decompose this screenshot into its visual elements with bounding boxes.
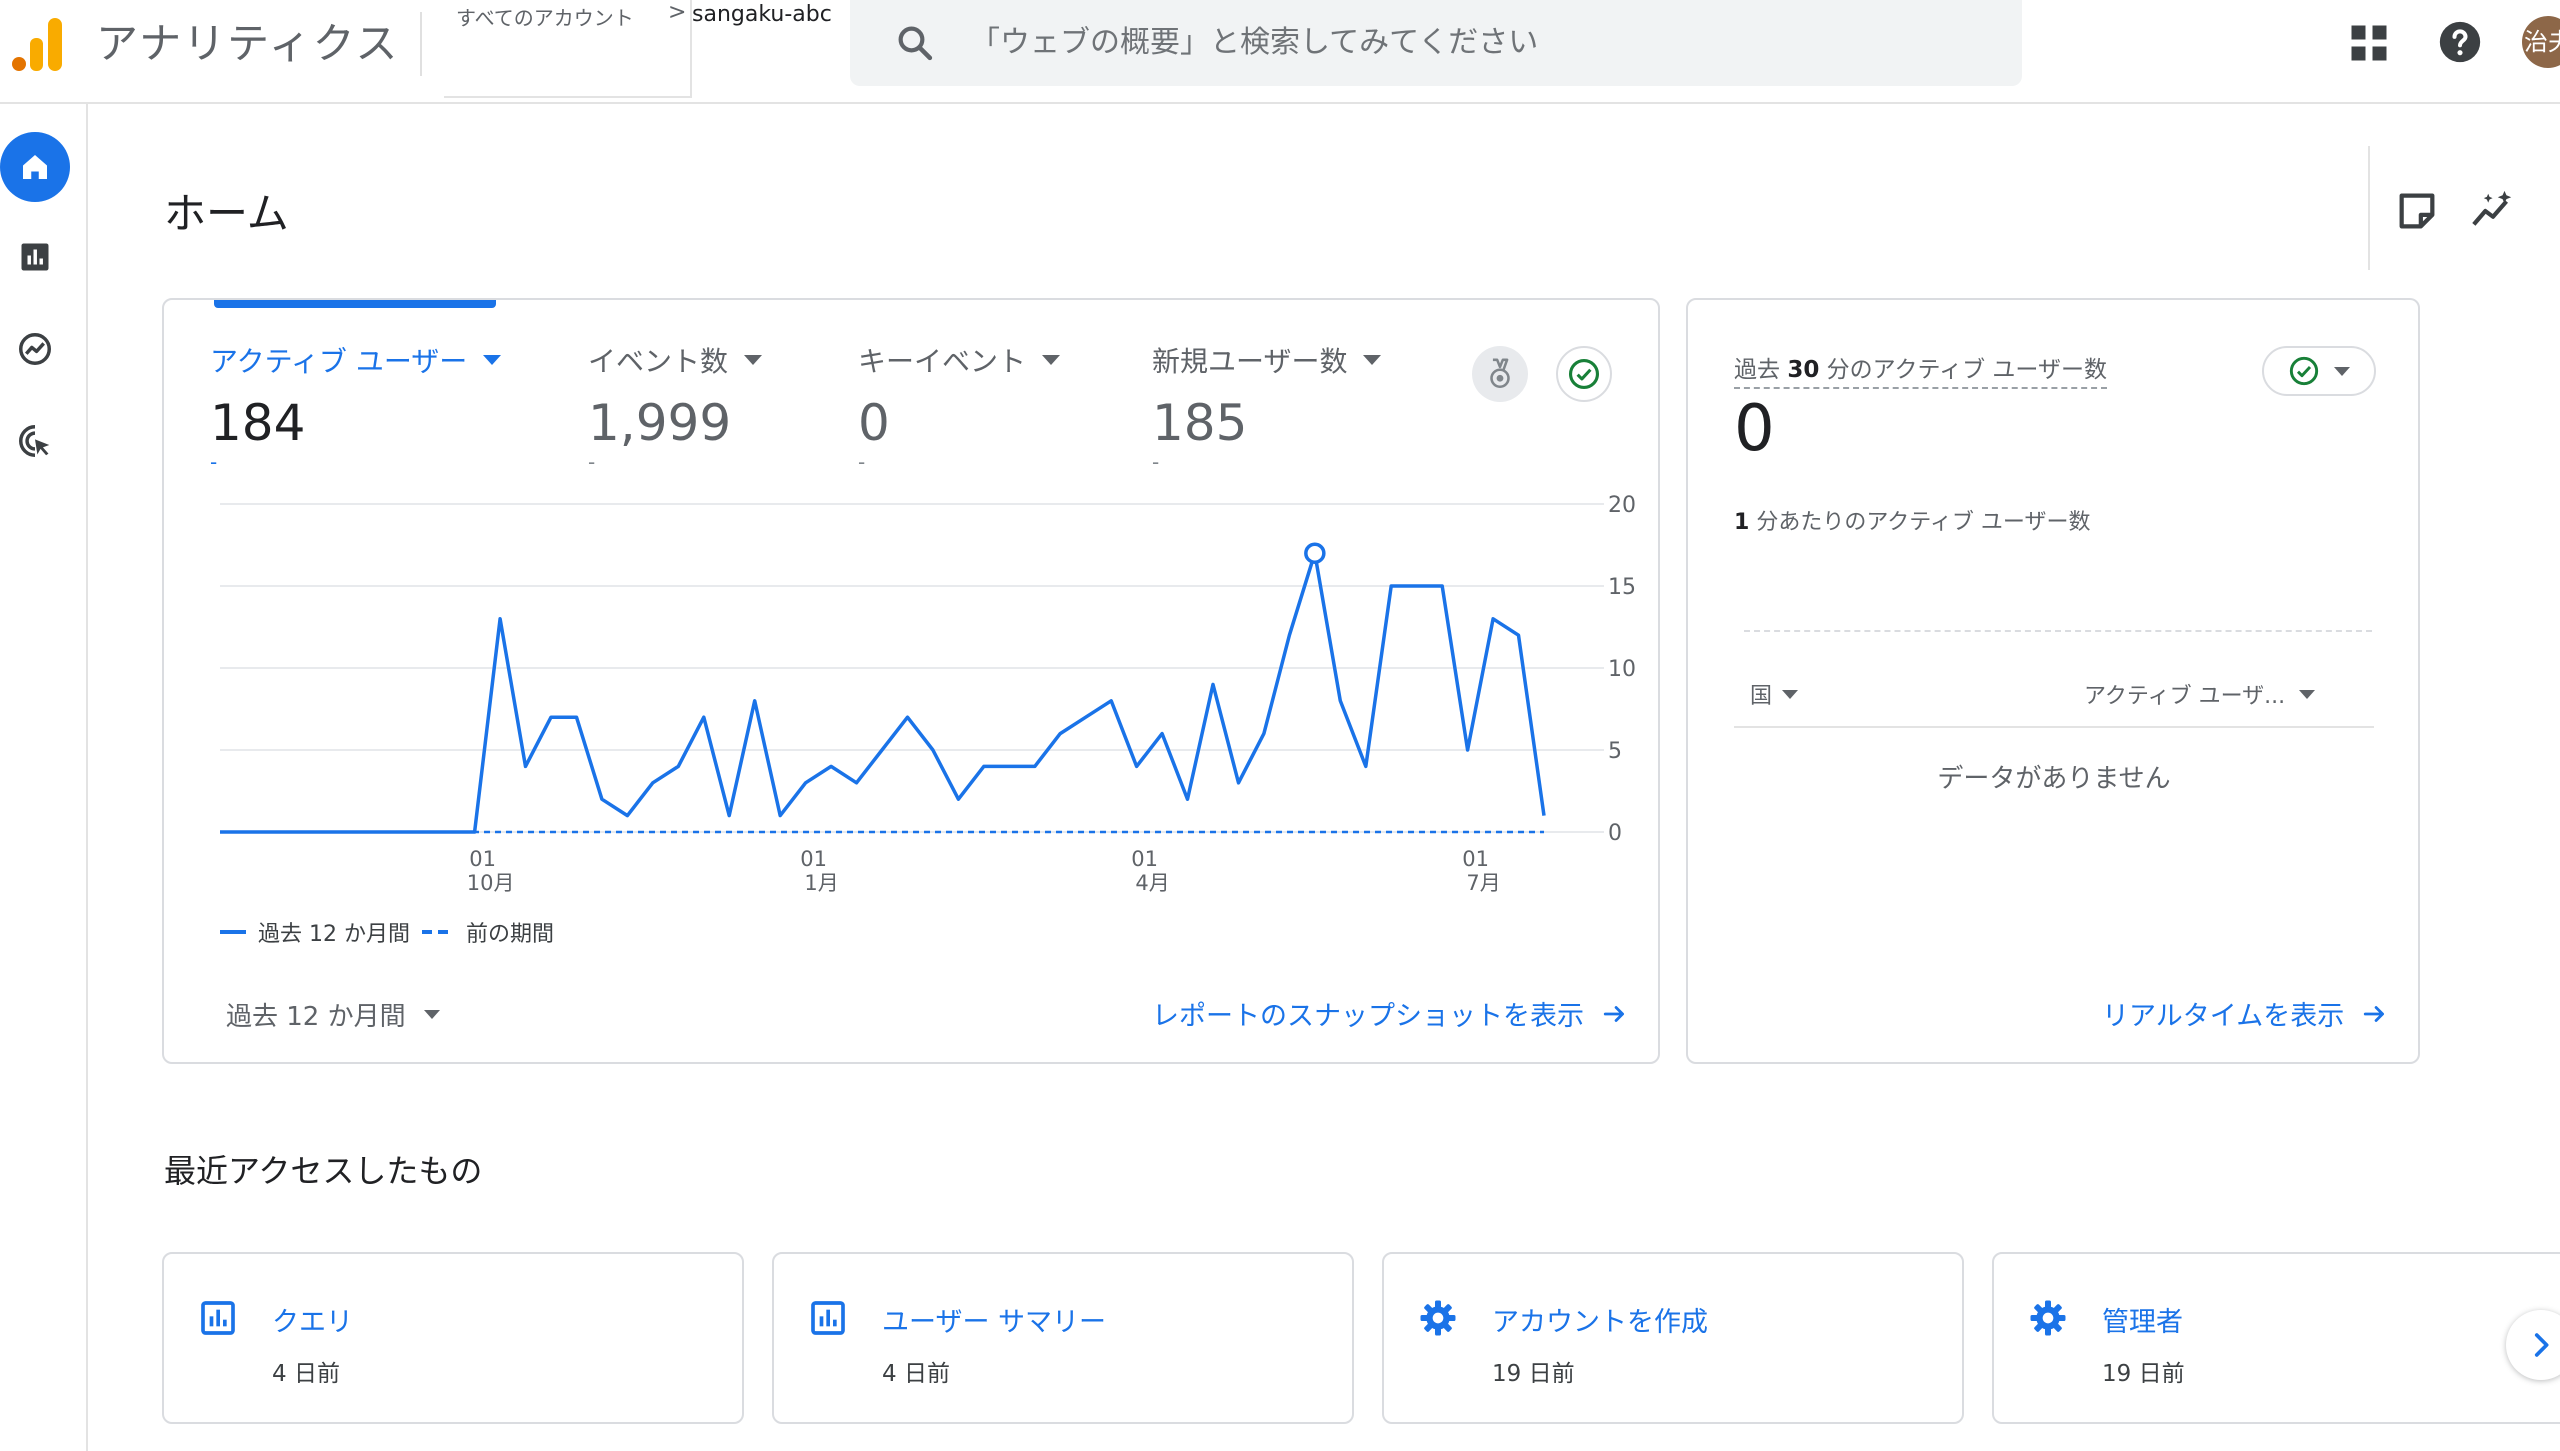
home-icon	[23, 155, 47, 179]
recent-section-title: 最近アクセスしたもの	[164, 1152, 483, 1190]
recent-item-name: クエリ	[272, 1307, 353, 1338]
page-title: ホーム	[164, 189, 289, 238]
y-tick-label: 0	[1608, 821, 1622, 846]
edit-note-icon[interactable]	[2394, 188, 2440, 234]
left-nav-rail	[0, 104, 88, 1451]
series-current-period-line	[220, 551, 1546, 834]
chart-legend: 過去 12 か月間 前の期間	[220, 916, 554, 948]
recent-item-time: 19 日前	[2102, 1361, 2185, 1387]
legend-previous-period: 前の期間	[465, 922, 554, 947]
column-header-country[interactable]: 国	[1750, 678, 1799, 710]
date-range-label: 過去 12 か月間	[226, 1002, 406, 1032]
help-icon[interactable]	[2438, 20, 2482, 64]
view-realtime-link[interactable]: リアルタイムを表示	[2102, 994, 2388, 1033]
nav-home-button[interactable]	[0, 132, 70, 202]
recent-item-time: 4 日前	[882, 1361, 950, 1387]
report-icon	[201, 1301, 235, 1335]
settings-icon	[1420, 1300, 1456, 1336]
arrow-right-icon	[2364, 1005, 2385, 1022]
x-tick-month: 10月	[467, 871, 515, 895]
recent-item[interactable]: クエリ 4 日前	[162, 1252, 744, 1424]
recent-item[interactable]: 管理者 19 日前	[1992, 1252, 2560, 1424]
dropdown-caret-icon	[423, 1010, 440, 1019]
search-bar[interactable]	[850, 0, 2022, 86]
realtime-active-users-value: 0	[1734, 392, 1775, 466]
column-header-active-users-label: アクティブ ユーザ...	[2084, 684, 2286, 709]
realtime-status-button[interactable]	[2262, 346, 2376, 396]
column-header-country-label: 国	[1750, 684, 1773, 709]
overview-card: アクティブ ユーザー 184 - イベント数 1,999 - キーイベント 0 …	[162, 298, 1660, 1064]
x-tick-month: 1月	[804, 871, 838, 895]
realtime-title-prefix: 過去	[1734, 357, 1780, 383]
y-tick-label: 5	[1608, 739, 1622, 764]
date-range-selector[interactable]: 過去 12 か月間	[226, 996, 440, 1033]
analytics-logo-icon[interactable]	[8, 14, 66, 74]
recent-item[interactable]: アカウントを作成 19 日前	[1382, 1252, 1964, 1424]
y-tick-label: 15	[1608, 575, 1636, 600]
recent-item[interactable]: ユーザー サマリー 4 日前	[772, 1252, 1354, 1424]
recent-item-time: 4 日前	[272, 1361, 340, 1387]
insights-icon[interactable]	[2470, 188, 2516, 234]
per-minute-label: 1 分あたりのアクティブ ユーザー数	[1734, 504, 2090, 536]
dropdown-caret-icon	[2299, 689, 2316, 699]
view-realtime-label: リアルタイムを表示	[2102, 1001, 2345, 1032]
recent-item-time: 19 日前	[1492, 1361, 1575, 1387]
divider	[2368, 146, 2370, 270]
x-tick-day: 01	[1462, 847, 1489, 871]
x-tick-day: 01	[1131, 847, 1158, 871]
recent-item-name: 管理者	[2102, 1307, 2183, 1338]
check-circle-icon	[2289, 356, 2319, 386]
dropdown-caret-icon	[2334, 366, 2350, 376]
explore-icon	[19, 333, 51, 365]
column-header-active-users[interactable]: アクティブ ユーザ...	[2084, 678, 2316, 710]
per-minute-number: 1	[1734, 510, 1750, 535]
advertising-icon	[19, 425, 50, 457]
active-users-line-chart[interactable]: 051015200110月011月014月017月	[164, 300, 1658, 920]
realtime-title-suffix: 分のアクティブ ユーザー数	[1826, 357, 2107, 383]
x-tick-day: 01	[469, 847, 496, 871]
legend-current-period: 過去 12 か月間	[258, 922, 410, 947]
apps-grid-icon[interactable]	[2348, 22, 2390, 64]
x-tick-day: 01	[800, 847, 827, 871]
recent-item-name: アカウントを作成	[1492, 1307, 1708, 1338]
divider	[1734, 726, 2374, 728]
nav-reports-button[interactable]	[0, 222, 70, 292]
reports-icon	[21, 243, 49, 271]
settings-icon	[2030, 1300, 2066, 1336]
divider	[420, 12, 422, 76]
realtime-card: 過去 30 分のアクティブ ユーザー数 0 1 分あたりのアクティブ ユーザー数…	[1686, 298, 2420, 1064]
breadcrumb-separator: >	[668, 0, 687, 25]
top-app-bar: アナリティクス すべてのアカウント > sangaku-abc 治夫	[0, 0, 2560, 104]
report-icon	[811, 1301, 845, 1335]
y-tick-label: 10	[1608, 657, 1636, 682]
breadcrumb-all-accounts[interactable]: すべてのアカウント	[456, 2, 634, 31]
legend-solid-swatch	[220, 930, 246, 934]
search-input[interactable]	[970, 20, 1970, 64]
view-snapshot-label: レポートのスナップショットを表示	[1152, 1001, 1584, 1032]
x-tick-month: 4月	[1135, 871, 1169, 895]
legend-dashed-swatch	[421, 930, 454, 934]
account-avatar[interactable]: 治夫	[2522, 16, 2560, 68]
y-tick-label: 20	[1608, 493, 1636, 518]
per-minute-empty-bars	[1744, 630, 2372, 632]
realtime-title[interactable]: 過去 30 分のアクティブ ユーザー数	[1734, 350, 2107, 389]
chevron-right-icon	[2534, 1333, 2549, 1357]
view-snapshot-link[interactable]: レポートのスナップショットを表示	[1152, 994, 1628, 1033]
no-data-message: データがありません	[1937, 764, 2171, 794]
x-tick-month: 7月	[1466, 871, 1500, 895]
dropdown-caret-icon	[1782, 689, 1799, 699]
nav-advertising-button[interactable]	[0, 406, 70, 476]
app-title: アナリティクス	[96, 19, 400, 68]
highlighted-data-point	[1304, 542, 1326, 564]
search-icon[interactable]	[894, 22, 936, 64]
per-minute-text: 分あたりのアクティブ ユーザー数	[1756, 510, 2091, 535]
recent-item-name: ユーザー サマリー	[882, 1307, 1107, 1338]
breadcrumb-property[interactable]: sangaku-abc	[692, 2, 832, 27]
nav-explore-button[interactable]	[0, 314, 70, 384]
arrow-right-icon	[1603, 1005, 1624, 1022]
realtime-title-number: 30	[1787, 357, 1820, 383]
